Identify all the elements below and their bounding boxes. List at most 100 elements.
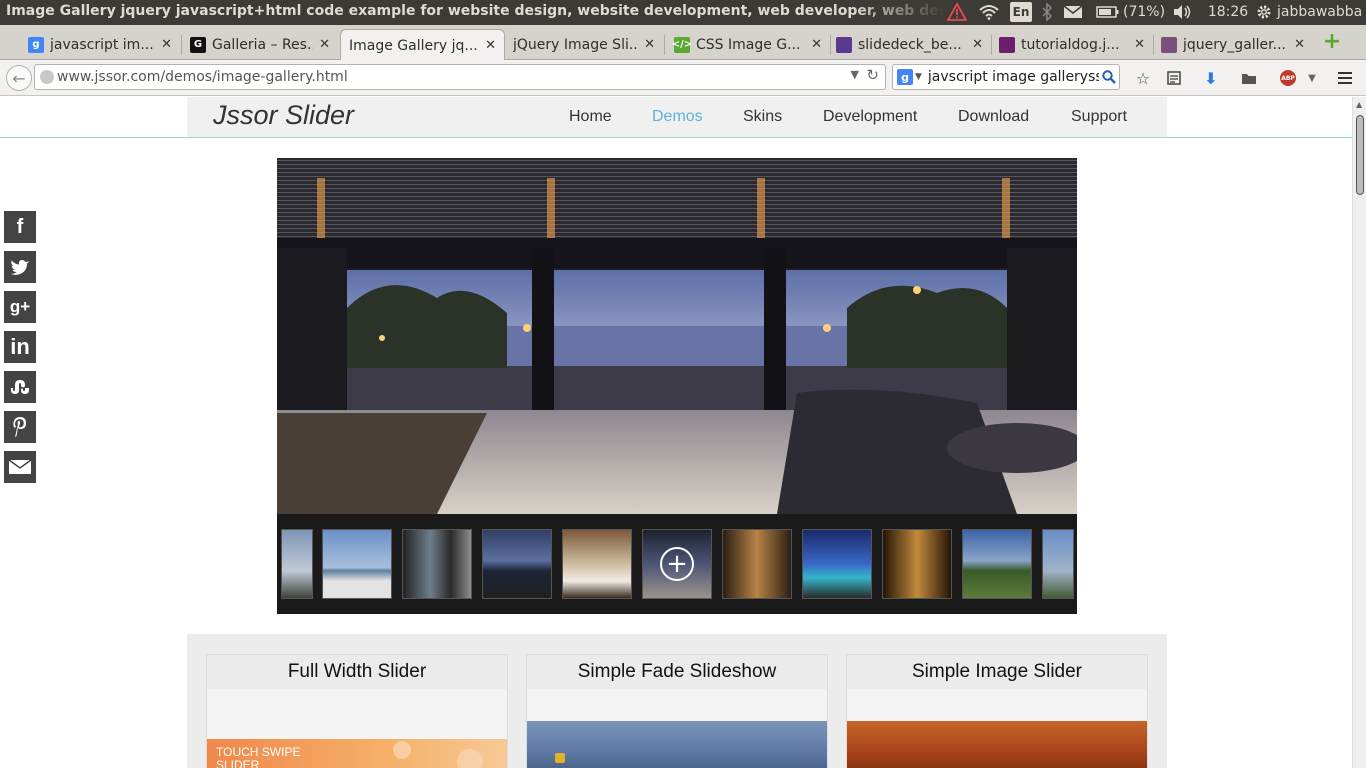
- card-title: Full Width Slider: [207, 655, 507, 689]
- scroll-up-icon[interactable]: ▲: [1356, 100, 1362, 109]
- close-tab-icon[interactable]: ✕: [1134, 37, 1145, 52]
- folder-icon[interactable]: [1237, 66, 1261, 90]
- tab-4[interactable]: jQuery Image Sli... ✕: [505, 29, 663, 60]
- demo-card[interactable]: Simple Fade Slideshow: [526, 654, 828, 768]
- dropdown-arrow-icon[interactable]: ▼: [851, 68, 859, 81]
- tab-label: jquery_galler...: [1183, 36, 1286, 53]
- thumbnail-8[interactable]: [802, 529, 872, 599]
- search-bar[interactable]: g ▼ javscript image galleryss: [892, 64, 1120, 90]
- browser-navigation-bar: ← www.jssor.com/demos/image-gallery.html…: [0, 60, 1366, 96]
- nav-demos-active[interactable]: Demos: [652, 108, 703, 126]
- header-divider: [0, 137, 1352, 138]
- card-title: Simple Fade Slideshow: [527, 655, 827, 689]
- mail-icon[interactable]: [1062, 2, 1084, 22]
- linkedin-icon[interactable]: in: [4, 331, 36, 363]
- galleria-icon: G: [190, 36, 206, 53]
- close-tab-icon[interactable]: ✕: [161, 37, 172, 52]
- keyboard-layout-indicator[interactable]: En: [1010, 2, 1032, 22]
- back-button[interactable]: ←: [6, 65, 32, 91]
- tab-5[interactable]: </> CSS Image G... ✕: [666, 29, 830, 60]
- card-caption: TOUCH SWIPE SLIDER: [216, 745, 301, 768]
- thumbnail-4[interactable]: [482, 529, 552, 599]
- thumbnail-11[interactable]: [1042, 529, 1074, 599]
- card-preview-image: TOUCH SWIPE SLIDER: [207, 739, 507, 768]
- adblock-menu-arrow-icon[interactable]: ▼: [1300, 66, 1324, 90]
- tab-2[interactable]: G Galleria – Res... ✕: [182, 29, 338, 60]
- reading-list-icon[interactable]: [1162, 66, 1186, 90]
- close-tab-icon[interactable]: ✕: [319, 37, 330, 52]
- main-slide-image[interactable]: [277, 158, 1077, 514]
- adblock-icon[interactable]: ABP: [1276, 66, 1300, 90]
- tab-7[interactable]: tutorialdog.j... ✕: [991, 29, 1153, 60]
- tab-6[interactable]: slidedeck_be... ✕: [828, 29, 991, 60]
- thumbnail-3[interactable]: [402, 529, 472, 599]
- volume-icon[interactable]: [1171, 2, 1193, 22]
- thumbnail-10[interactable]: [962, 529, 1032, 599]
- wifi-icon[interactable]: [978, 2, 1000, 22]
- battery-percent: (71%): [1122, 4, 1166, 20]
- close-tab-icon[interactable]: ✕: [972, 37, 983, 52]
- user-name[interactable]: jabbawabba: [1277, 2, 1363, 22]
- warning-icon[interactable]: [946, 2, 968, 22]
- bluetooth-icon[interactable]: [1038, 2, 1056, 22]
- tab-8[interactable]: jquery_galler... ✕: [1153, 29, 1313, 60]
- tab-3-active[interactable]: Image Gallery jq... ✕: [340, 29, 505, 61]
- thumbnail-2[interactable]: [322, 529, 392, 599]
- card-preview-image: [527, 721, 827, 768]
- card-title: Simple Image Slider: [847, 655, 1147, 689]
- twitter-icon[interactable]: [4, 251, 36, 283]
- pinterest-icon[interactable]: [4, 411, 36, 443]
- thumbnail-6-current[interactable]: +: [642, 529, 712, 599]
- close-tab-icon[interactable]: ✕: [1294, 37, 1305, 52]
- search-icon[interactable]: [1099, 70, 1119, 84]
- search-input[interactable]: javscript image galleryss: [928, 69, 1099, 85]
- gallery-icon: [1161, 36, 1177, 53]
- email-icon[interactable]: [4, 451, 36, 483]
- engine-dropdown-icon[interactable]: ▼: [915, 72, 922, 82]
- facebook-icon[interactable]: f: [4, 211, 36, 243]
- system-top-bar: Image Gallery jquery javascript+html cod…: [0, 0, 1366, 25]
- globe-icon: [40, 70, 54, 84]
- site-logo[interactable]: Jssor Slider: [213, 100, 354, 131]
- clock[interactable]: 18:26: [1205, 2, 1251, 22]
- menu-hamburger-icon[interactable]: [1333, 66, 1357, 90]
- thumbnail-1[interactable]: [281, 529, 313, 599]
- nav-support[interactable]: Support: [1071, 108, 1127, 126]
- reload-icon[interactable]: ↻: [866, 66, 879, 84]
- tutorialdog-icon: [999, 36, 1015, 53]
- stumbleupon-icon[interactable]: [4, 371, 36, 403]
- new-tab-button[interactable]: +: [1320, 29, 1344, 54]
- nav-download[interactable]: Download: [958, 108, 1029, 126]
- css-icon: </>: [672, 36, 692, 53]
- url-text: www.jssor.com/demos/image-gallery.html: [57, 69, 348, 85]
- gear-icon[interactable]: [1254, 2, 1274, 22]
- thumbnail-5[interactable]: [562, 529, 632, 599]
- thumbnail-7[interactable]: [722, 529, 792, 599]
- demo-cards-section: Full Width Slider TOUCH SWIPE SLIDER Sim…: [187, 634, 1167, 768]
- zoom-plus-icon[interactable]: +: [660, 547, 694, 581]
- tab-label: tutorialdog.j...: [1021, 36, 1120, 53]
- scrollbar-thumb[interactable]: [1356, 115, 1364, 195]
- image-gallery-slider: +: [277, 158, 1077, 614]
- nav-development[interactable]: Development: [823, 108, 917, 126]
- google-plus-icon[interactable]: g+: [4, 291, 36, 323]
- tab-label: CSS Image G...: [696, 36, 801, 53]
- page-scrollbar[interactable]: ▲: [1352, 97, 1366, 768]
- close-tab-icon[interactable]: ✕: [644, 37, 655, 52]
- tab-label: slidedeck_be...: [858, 36, 962, 53]
- address-bar[interactable]: www.jssor.com/demos/image-gallery.html ▼…: [34, 64, 886, 90]
- close-tab-icon[interactable]: ✕: [811, 37, 822, 52]
- download-icon[interactable]: ⬇: [1199, 66, 1223, 90]
- slidedeck-icon: [836, 36, 852, 53]
- nav-skins[interactable]: Skins: [743, 108, 782, 126]
- battery-icon[interactable]: [1096, 2, 1120, 22]
- tab-1[interactable]: g javascript im... ✕: [20, 29, 180, 60]
- nav-home[interactable]: Home: [569, 108, 612, 126]
- demo-card[interactable]: Simple Image Slider: [846, 654, 1148, 768]
- google-search-engine-icon[interactable]: g: [897, 69, 913, 85]
- browser-tab-strip: g javascript im... ✕ G Galleria – Res...…: [0, 25, 1366, 61]
- close-tab-icon[interactable]: ✕: [485, 38, 496, 53]
- bookmark-star-icon[interactable]: ☆: [1131, 66, 1155, 90]
- demo-card[interactable]: Full Width Slider TOUCH SWIPE SLIDER: [206, 654, 508, 768]
- thumbnail-9[interactable]: [882, 529, 952, 599]
